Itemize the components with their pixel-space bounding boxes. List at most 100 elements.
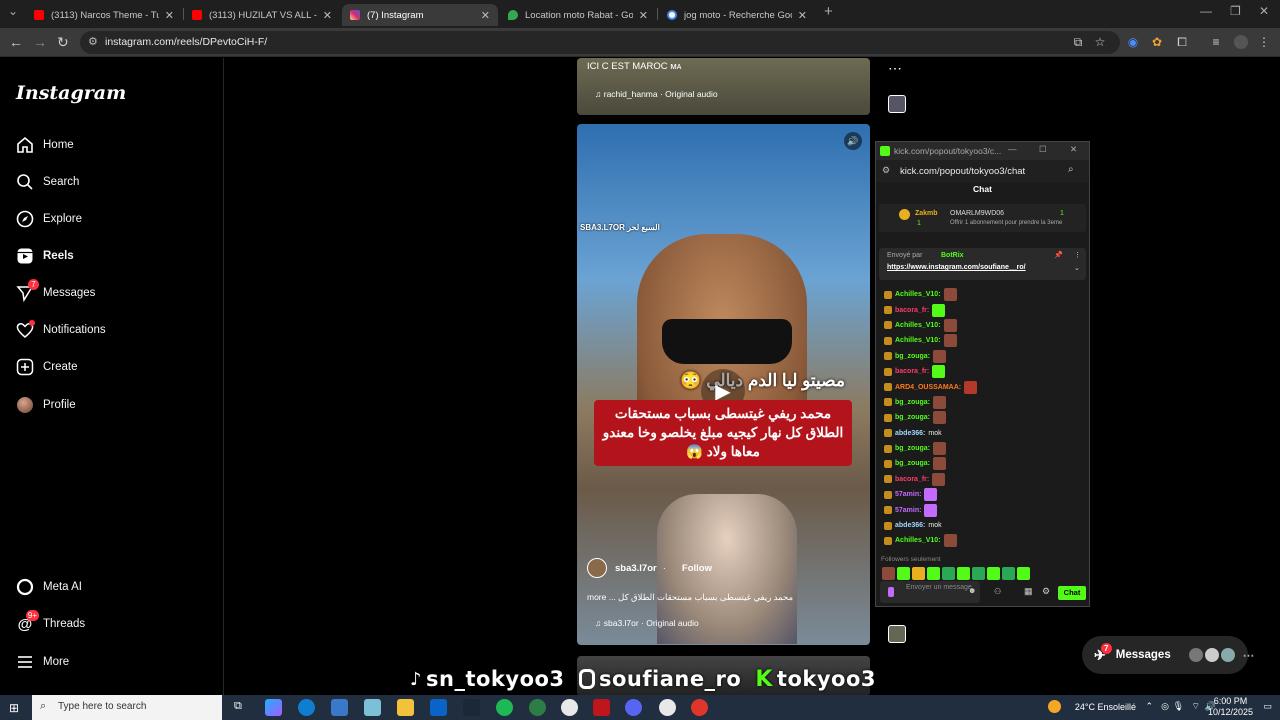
site-info-icon[interactable]: ⚙	[882, 165, 890, 176]
nav-notifications[interactable]: Notifications	[16, 318, 106, 342]
chat-username[interactable]: 57amin:	[895, 507, 921, 514]
chat-username[interactable]: bacora_fr:	[895, 368, 929, 375]
kebab-icon[interactable]: ⋮	[1074, 251, 1081, 259]
bot-link[interactable]: https://www.instagram.com/soufiane__ro/	[887, 264, 1026, 271]
chat-username[interactable]: bg_zouga:	[895, 445, 930, 452]
notification-center-icon[interactable]: ▭	[1263, 701, 1272, 712]
close-tab-icon[interactable]: ✕	[323, 9, 332, 22]
chevron-up-icon[interactable]: ⌃	[1145, 701, 1153, 712]
audio-thumbnail[interactable]	[888, 625, 906, 643]
calendar-icon[interactable]: ▦	[1024, 586, 1033, 597]
close-window-icon[interactable]: ✕	[1259, 4, 1269, 18]
chat-username[interactable]: bg_zouga:	[895, 399, 930, 406]
reload-icon[interactable]: ↻	[57, 34, 69, 51]
pin-icon[interactable]: 📌	[1054, 251, 1063, 259]
gift-user[interactable]: Zakmb	[915, 210, 938, 217]
store-icon[interactable]	[331, 699, 348, 716]
windows-start-icon[interactable]: ⊞	[9, 701, 19, 715]
audio-thumbnail[interactable]	[888, 95, 906, 113]
emote-icon[interactable]	[942, 567, 955, 580]
chat-username[interactable]: Achilles_V10:	[895, 322, 941, 329]
reel-previous[interactable]: ICI C EST MAROC ᴍᴀ ♫ rachid_hanma · Orig…	[577, 58, 870, 115]
follow-button[interactable]: Follow	[682, 563, 712, 574]
emote-icon[interactable]	[1002, 567, 1015, 580]
kick-url-bar[interactable]: ⚙ kick.com/popout/tokyoo3/chat ⌕	[876, 160, 1089, 182]
emote-icon[interactable]	[957, 567, 970, 580]
volume-icon[interactable]: 🔊	[844, 132, 862, 150]
spotify-icon[interactable]	[496, 699, 513, 716]
nav-search[interactable]: Search	[16, 170, 79, 194]
nav-explore[interactable]: Explore	[16, 207, 82, 231]
reel-audio[interactable]: ♫ rachid_hanma · Original audio	[595, 89, 718, 99]
nav-meta-ai[interactable]: Meta AI	[16, 575, 82, 599]
minimize-icon[interactable]: —	[1200, 4, 1212, 18]
chat-username[interactable]: Achilles_V10:	[895, 337, 941, 344]
app-icon[interactable]	[691, 699, 708, 716]
task-view-icon[interactable]: ⧉	[234, 700, 242, 713]
chat-username[interactable]: bacora_fr:	[895, 476, 929, 483]
emote-icon[interactable]	[987, 567, 1000, 580]
emote-icon[interactable]	[927, 567, 940, 580]
wifi-icon[interactable]: ⌔	[1192, 701, 1200, 712]
reel-author-avatar[interactable]	[587, 558, 607, 578]
emote-icon[interactable]	[912, 567, 925, 580]
menu-kebab-icon[interactable]: ⋮	[1257, 35, 1271, 49]
kick-send-button[interactable]: Chat	[1058, 586, 1086, 600]
emote-icon[interactable]	[882, 567, 895, 580]
tab-google-search[interactable]: jog moto - Recherche Google ✕	[659, 4, 815, 26]
tab-search-icon[interactable]: ⌄	[8, 4, 18, 18]
file-explorer-icon[interactable]	[397, 699, 414, 716]
maximize-icon[interactable]: ☐	[1039, 144, 1047, 155]
messages-floating-button[interactable]: ✈ 7 Messages ⋯	[1082, 636, 1254, 674]
nav-create[interactable]: Create	[16, 355, 78, 379]
emoji-icon[interactable]: ☻	[968, 587, 976, 595]
settings-gear-icon[interactable]: ⚙	[1042, 586, 1050, 597]
steam-icon[interactable]	[463, 699, 480, 716]
reel-current[interactable]: SBA3.L7OR السبع لحر 🔊 مصيتو ليا الدم ديا…	[577, 124, 870, 645]
kick-message-input[interactable]: Envoyer un message ☻	[880, 581, 980, 603]
chrome-icon[interactable]	[659, 699, 676, 716]
new-tab-icon[interactable]: +	[824, 3, 833, 20]
discord-icon[interactable]	[625, 699, 642, 716]
forward-icon[interactable]: →	[33, 34, 47, 50]
gift-recipient[interactable]: OMARLM9WD06	[950, 210, 1004, 217]
chat-username[interactable]: ARD4_OUSSAMAA:	[895, 384, 961, 391]
reel-audio[interactable]: ♫ sba3.l7or · Original audio	[595, 618, 699, 628]
restore-icon[interactable]: ❐	[1230, 4, 1241, 18]
chat-username[interactable]: bacora_fr:	[895, 307, 929, 314]
reel-author-name[interactable]: sba3.l7or	[615, 563, 657, 574]
edge-icon[interactable]	[298, 699, 315, 716]
emote-icon[interactable]	[897, 567, 910, 580]
close-tab-icon[interactable]: ✕	[639, 9, 648, 22]
reading-list-icon[interactable]: ≡	[1209, 35, 1223, 49]
chat-username[interactable]: abde366:	[895, 522, 925, 529]
close-tab-icon[interactable]: ✕	[481, 9, 490, 22]
omnibox[interactable]: ⚙ instagram.com/reels/DPevtoCiH-F/	[80, 31, 1120, 54]
extension-cookie-icon[interactable]: ✿	[1150, 35, 1164, 49]
extensions-puzzle-icon[interactable]: ⧠	[1175, 35, 1189, 49]
tab-google-maps[interactable]: Location moto Rabat - Google ✕	[500, 4, 656, 26]
bot-name[interactable]: BotRix	[941, 252, 964, 259]
back-icon[interactable]: ←	[9, 34, 23, 50]
chat-username[interactable]: abde366:	[895, 430, 925, 437]
tab-youtube-narcos[interactable]: (3113) Narcos Theme - Tuyo (E ✕	[26, 4, 182, 26]
nav-reels[interactable]: Reels	[16, 244, 74, 268]
instagram-logo[interactable]: Instagram	[16, 82, 126, 104]
network-icon[interactable]: ◎	[1161, 701, 1169, 712]
chat-username[interactable]: Achilles_V10:	[895, 291, 941, 298]
profile-avatar[interactable]	[1234, 35, 1248, 49]
nav-profile[interactable]: Profile	[16, 393, 76, 417]
close-tab-icon[interactable]: ✕	[165, 9, 174, 22]
app-icon[interactable]	[593, 699, 610, 716]
emote-icon[interactable]	[972, 567, 985, 580]
minimize-icon[interactable]: —	[1008, 144, 1017, 154]
chat-username[interactable]: Achilles_V10:	[895, 537, 941, 544]
chat-username[interactable]: bg_zouga:	[895, 460, 930, 467]
chat-username[interactable]: bg_zouga:	[895, 353, 930, 360]
more-options-icon[interactable]: ⋯	[888, 60, 902, 77]
tab-youtube-huzilat[interactable]: (3113) HUZILAT VS ALL - YouTu ✕	[184, 4, 340, 26]
users-icon[interactable]: ⚇	[994, 587, 1001, 596]
emote-icon[interactable]	[1017, 567, 1030, 580]
app-icon[interactable]	[364, 699, 381, 716]
copilot-icon[interactable]	[265, 699, 282, 716]
